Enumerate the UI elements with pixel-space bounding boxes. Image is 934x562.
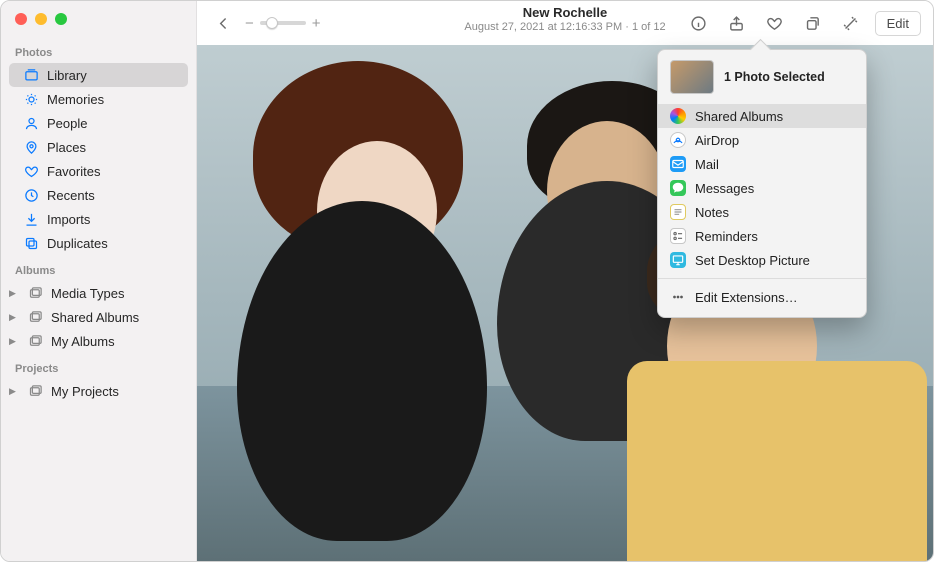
sidebar-item-label: My Projects bbox=[51, 384, 119, 399]
sidebar-item-label: Favorites bbox=[47, 164, 100, 179]
auto-enhance-button[interactable] bbox=[837, 10, 865, 36]
desktop-picture-icon bbox=[670, 252, 686, 268]
memories-icon bbox=[23, 91, 39, 107]
share-item-label: Notes bbox=[695, 205, 729, 220]
minimize-window-button[interactable] bbox=[35, 13, 47, 25]
photo-subtitle: August 27, 2021 at 12:16:33 PM · 1 of 12 bbox=[464, 21, 665, 34]
window-controls bbox=[15, 13, 67, 25]
share-item-label: Messages bbox=[695, 181, 754, 196]
sidebar-item-imports[interactable]: Imports bbox=[1, 207, 196, 231]
chevron-right-icon: ▶ bbox=[9, 336, 19, 347]
sidebar-section-projects: Projects bbox=[1, 353, 196, 379]
messages-icon bbox=[670, 180, 686, 196]
extensions-icon bbox=[670, 289, 686, 305]
share-item-reminders[interactable]: Reminders bbox=[658, 224, 866, 248]
favorite-button[interactable] bbox=[761, 10, 789, 36]
zoom-out-icon[interactable]: − bbox=[245, 15, 254, 32]
folder-icon bbox=[27, 333, 43, 349]
close-window-button[interactable] bbox=[15, 13, 27, 25]
folder-icon bbox=[27, 383, 43, 399]
back-button[interactable] bbox=[209, 10, 237, 36]
zoom-slider-knob[interactable] bbox=[266, 17, 278, 29]
share-item-label: Set Desktop Picture bbox=[695, 253, 810, 268]
zoom-window-button[interactable] bbox=[55, 13, 67, 25]
share-item-label: AirDrop bbox=[695, 133, 739, 148]
sidebar-item-favorites[interactable]: Favorites bbox=[1, 159, 196, 183]
edit-button[interactable]: Edit bbox=[875, 11, 921, 36]
sidebar-section-photos: Photos bbox=[1, 37, 196, 63]
sidebar-item-shared-albums[interactable]: ▶ Shared Albums bbox=[1, 305, 196, 329]
sidebar-item-label: Library bbox=[47, 68, 87, 83]
sidebar-item-media-types[interactable]: ▶ Media Types bbox=[1, 281, 196, 305]
share-item-airdrop[interactable]: AirDrop bbox=[658, 128, 866, 152]
main-content: − + New Rochelle August 27, 2021 at 12:1… bbox=[197, 1, 933, 561]
airdrop-icon bbox=[670, 132, 686, 148]
folder-icon bbox=[27, 309, 43, 325]
popover-separator bbox=[658, 278, 866, 279]
folder-icon bbox=[27, 285, 43, 301]
share-item-messages[interactable]: Messages bbox=[658, 176, 866, 200]
sidebar-item-my-projects[interactable]: ▶ My Projects bbox=[1, 379, 196, 403]
share-item-set-desktop[interactable]: Set Desktop Picture bbox=[658, 248, 866, 272]
notes-icon bbox=[670, 204, 686, 220]
share-button[interactable] bbox=[723, 10, 751, 36]
recents-icon bbox=[23, 187, 39, 203]
zoom-in-icon[interactable]: + bbox=[312, 15, 321, 32]
sidebar: Photos Library Memories People Places Fa… bbox=[1, 1, 197, 561]
sidebar-item-recents[interactable]: Recents bbox=[1, 183, 196, 207]
zoom-slider[interactable] bbox=[260, 21, 306, 25]
photos-window: Photos Library Memories People Places Fa… bbox=[0, 0, 934, 562]
sidebar-item-label: Recents bbox=[47, 188, 95, 203]
share-selection-count: 1 Photo Selected bbox=[724, 70, 825, 84]
sidebar-item-duplicates[interactable]: Duplicates bbox=[1, 231, 196, 255]
sidebar-item-label: Shared Albums bbox=[51, 310, 139, 325]
sidebar-item-label: Imports bbox=[47, 212, 90, 227]
sidebar-item-people[interactable]: People bbox=[1, 111, 196, 135]
shared-albums-icon bbox=[670, 108, 686, 124]
sidebar-item-label: People bbox=[47, 116, 87, 131]
favorites-icon bbox=[23, 163, 39, 179]
sidebar-item-label: Places bbox=[47, 140, 86, 155]
share-item-label: Mail bbox=[695, 157, 719, 172]
toolbar-title-group: New Rochelle August 27, 2021 at 12:16:33… bbox=[464, 5, 665, 34]
toolbar: − + New Rochelle August 27, 2021 at 12:1… bbox=[197, 1, 933, 45]
sidebar-item-label: Memories bbox=[47, 92, 104, 107]
info-button[interactable] bbox=[685, 10, 713, 36]
share-item-label: Reminders bbox=[695, 229, 758, 244]
chevron-right-icon: ▶ bbox=[9, 312, 19, 323]
sidebar-item-my-albums[interactable]: ▶ My Albums bbox=[1, 329, 196, 353]
share-item-mail[interactable]: Mail bbox=[658, 152, 866, 176]
share-item-shared-albums[interactable]: Shared Albums bbox=[658, 104, 866, 128]
share-thumbnail bbox=[670, 60, 714, 94]
sidebar-item-library[interactable]: Library bbox=[9, 63, 188, 87]
chevron-right-icon: ▶ bbox=[9, 288, 19, 299]
sidebar-item-label: Duplicates bbox=[47, 236, 108, 251]
sidebar-item-places[interactable]: Places bbox=[1, 135, 196, 159]
sidebar-item-memories[interactable]: Memories bbox=[1, 87, 196, 111]
duplicates-icon bbox=[23, 235, 39, 251]
mail-icon bbox=[670, 156, 686, 172]
chevron-right-icon: ▶ bbox=[9, 386, 19, 397]
photo-title: New Rochelle bbox=[464, 5, 665, 21]
library-icon bbox=[23, 67, 39, 83]
people-icon bbox=[23, 115, 39, 131]
imports-icon bbox=[23, 211, 39, 227]
reminders-icon bbox=[670, 228, 686, 244]
zoom-control[interactable]: − + bbox=[245, 15, 321, 32]
sidebar-section-albums: Albums bbox=[1, 255, 196, 281]
places-icon bbox=[23, 139, 39, 155]
share-item-label: Shared Albums bbox=[695, 109, 783, 124]
sidebar-item-label: Media Types bbox=[51, 286, 124, 301]
share-item-edit-extensions[interactable]: Edit Extensions… bbox=[658, 285, 866, 309]
sidebar-item-label: My Albums bbox=[51, 334, 115, 349]
share-item-label: Edit Extensions… bbox=[695, 290, 798, 305]
share-popover: 1 Photo Selected Shared Albums AirDrop M… bbox=[657, 49, 867, 318]
share-item-notes[interactable]: Notes bbox=[658, 200, 866, 224]
rotate-button[interactable] bbox=[799, 10, 827, 36]
share-popover-header: 1 Photo Selected bbox=[658, 58, 866, 104]
